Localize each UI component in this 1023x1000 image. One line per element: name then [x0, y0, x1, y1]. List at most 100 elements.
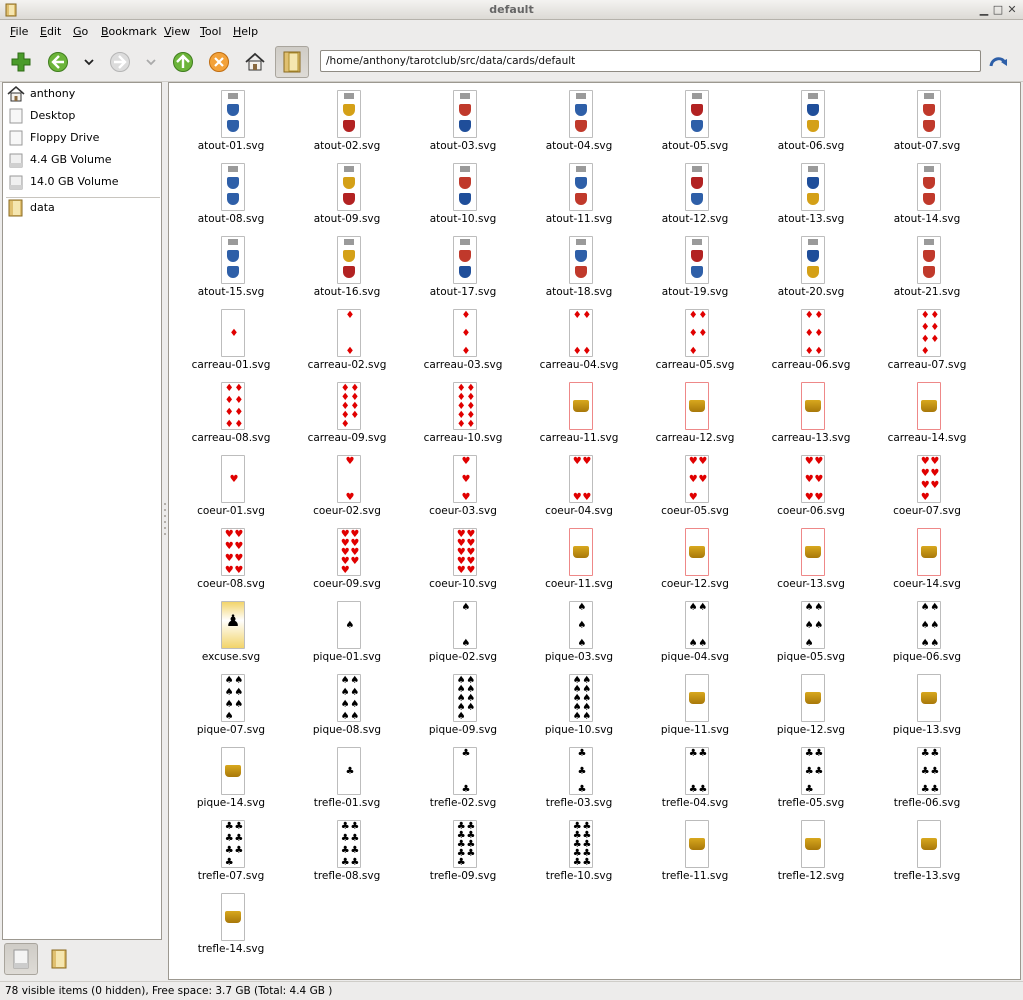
file-item[interactable]: ♣ ♣ ♣ ♣ ♣ ♣ trefle-06.svg — [869, 745, 985, 818]
file-item[interactable]: ♥ ♥ ♥ ♥ ♥ ♥ ♥ ♥ ♥ ♥ coeur-10.svg — [405, 526, 521, 599]
file-item[interactable]: ♠ ♠ ♠ ♠ ♠ pique-05.svg — [753, 599, 869, 672]
file-item[interactable]: carreau-11.svg — [521, 380, 637, 453]
file-item[interactable]: atout-17.svg — [405, 234, 521, 307]
forward-button[interactable] — [105, 47, 135, 77]
file-item[interactable]: atout-06.svg — [753, 88, 869, 161]
file-item[interactable]: ♦ ♦ carreau-02.svg — [289, 307, 405, 380]
pane-splitter-handle[interactable] — [163, 500, 167, 540]
file-item[interactable]: coeur-14.svg — [869, 526, 985, 599]
file-item[interactable]: atout-13.svg — [753, 161, 869, 234]
file-item[interactable]: ♦ ♦ ♦ ♦ carreau-04.svg — [521, 307, 637, 380]
file-item[interactable]: ♟ excuse.svg — [173, 599, 289, 672]
forward-history-chevron-icon[interactable] — [144, 55, 158, 69]
file-item[interactable]: ♥ ♥ ♥ ♥ ♥ ♥ ♥ coeur-07.svg — [869, 453, 985, 526]
file-item[interactable]: atout-07.svg — [869, 88, 985, 161]
file-item[interactable]: ♠ ♠ pique-02.svg — [405, 599, 521, 672]
back-history-chevron-icon[interactable] — [82, 55, 96, 69]
file-item[interactable]: atout-11.svg — [521, 161, 637, 234]
file-item[interactable]: atout-19.svg — [637, 234, 753, 307]
file-item[interactable]: atout-16.svg — [289, 234, 405, 307]
go-arrow-icon[interactable] — [988, 52, 1010, 74]
file-item[interactable]: coeur-11.svg — [521, 526, 637, 599]
file-item[interactable]: ♦ ♦ ♦ ♦ ♦ ♦ ♦ ♦ ♦ carreau-09.svg — [289, 380, 405, 453]
file-item[interactable]: coeur-13.svg — [753, 526, 869, 599]
file-item[interactable]: ♣ ♣ ♣ ♣ trefle-04.svg — [637, 745, 753, 818]
file-item[interactable]: ♠ pique-01.svg — [289, 599, 405, 672]
file-item[interactable]: ♣ ♣ ♣ ♣ ♣ ♣ ♣ ♣ ♣ trefle-09.svg — [405, 818, 521, 891]
file-item[interactable]: ♠ ♠ ♠ pique-03.svg — [521, 599, 637, 672]
file-item[interactable]: ♥ ♥ coeur-02.svg — [289, 453, 405, 526]
file-item[interactable]: pique-12.svg — [753, 672, 869, 745]
file-item[interactable]: ♥ ♥ ♥ coeur-03.svg — [405, 453, 521, 526]
file-item[interactable]: ♥ ♥ ♥ ♥ ♥ ♥ ♥ ♥ coeur-08.svg — [173, 526, 289, 599]
file-item[interactable]: ♣ ♣ ♣ ♣ ♣ ♣ ♣ ♣ ♣ ♣ trefle-10.svg — [521, 818, 637, 891]
file-item[interactable]: ♥ ♥ ♥ ♥ coeur-04.svg — [521, 453, 637, 526]
back-button[interactable] — [43, 47, 73, 77]
file-item[interactable]: atout-05.svg — [637, 88, 753, 161]
menu-tool[interactable]: Tool — [200, 25, 221, 38]
file-item[interactable]: atout-20.svg — [753, 234, 869, 307]
places-view-button[interactable] — [4, 943, 38, 975]
file-item[interactable]: pique-14.svg — [173, 745, 289, 818]
location-bar[interactable]: /home/anthony/tarotclub/src/data/cards/d… — [320, 50, 981, 72]
file-item[interactable]: coeur-12.svg — [637, 526, 753, 599]
file-item[interactable]: ♣ ♣ ♣ ♣ ♣ ♣ ♣ trefle-07.svg — [173, 818, 289, 891]
file-item[interactable]: carreau-14.svg — [869, 380, 985, 453]
menu-edit[interactable]: Edit — [40, 25, 61, 38]
file-item[interactable]: ♥ ♥ ♥ ♥ ♥ ♥ ♥ ♥ ♥ coeur-09.svg — [289, 526, 405, 599]
file-item[interactable]: atout-03.svg — [405, 88, 521, 161]
file-item[interactable]: ♠ ♠ ♠ ♠ ♠ ♠ ♠ pique-07.svg — [173, 672, 289, 745]
sidebar-item-desktop[interactable]: Desktop — [3, 105, 161, 127]
sidebar-item-4-4-gb-volume[interactable]: 4.4 GB Volume — [3, 149, 161, 171]
menu-view[interactable]: View — [164, 25, 190, 38]
sidebar-item-floppy-drive[interactable]: Floppy Drive — [3, 127, 161, 149]
file-item[interactable]: ♦ ♦ ♦ ♦ ♦ ♦ carreau-06.svg — [753, 307, 869, 380]
file-item[interactable]: ♠ ♠ ♠ ♠ pique-04.svg — [637, 599, 753, 672]
file-item[interactable]: trefle-14.svg — [173, 891, 289, 964]
file-item[interactable]: atout-21.svg — [869, 234, 985, 307]
new-tab-button[interactable] — [6, 47, 36, 77]
file-item[interactable]: pique-11.svg — [637, 672, 753, 745]
file-item[interactable]: trefle-11.svg — [637, 818, 753, 891]
file-item[interactable]: ♣ ♣ ♣ ♣ ♣ ♣ ♣ ♣ trefle-08.svg — [289, 818, 405, 891]
dir-tree-view-button[interactable] — [42, 943, 76, 975]
file-item[interactable]: carreau-12.svg — [637, 380, 753, 453]
file-item[interactable]: atout-02.svg — [289, 88, 405, 161]
menu-file[interactable]: File — [10, 25, 28, 38]
up-button[interactable] — [168, 47, 198, 77]
file-item[interactable]: pique-13.svg — [869, 672, 985, 745]
side-pane-toggle-button[interactable] — [275, 46, 309, 78]
file-item[interactable]: ♦ ♦ ♦ ♦ ♦ ♦ ♦ ♦ ♦ ♦ carreau-10.svg — [405, 380, 521, 453]
file-item[interactable]: ♠ ♠ ♠ ♠ ♠ ♠ ♠ ♠ ♠ ♠ pique-10.svg — [521, 672, 637, 745]
file-item[interactable]: atout-01.svg — [173, 88, 289, 161]
file-item[interactable]: ♥ ♥ ♥ ♥ ♥ coeur-05.svg — [637, 453, 753, 526]
file-item[interactable]: atout-08.svg — [173, 161, 289, 234]
file-item[interactable]: ♦ ♦ ♦ ♦ ♦ ♦ ♦ ♦ carreau-08.svg — [173, 380, 289, 453]
sidebar-item-14-0-gb-volume[interactable]: 14.0 GB Volume — [3, 171, 161, 193]
file-item[interactable]: atout-14.svg — [869, 161, 985, 234]
file-item[interactable]: atout-04.svg — [521, 88, 637, 161]
close-icon[interactable]: ✕ — [1005, 3, 1019, 17]
maximize-icon[interactable]: □ — [991, 3, 1005, 17]
file-item[interactable]: ♦ ♦ ♦ ♦ ♦ carreau-05.svg — [637, 307, 753, 380]
file-item[interactable]: ♥ coeur-01.svg — [173, 453, 289, 526]
file-item[interactable]: trefle-13.svg — [869, 818, 985, 891]
file-item[interactable]: ♠ ♠ ♠ ♠ ♠ ♠ ♠ ♠ pique-08.svg — [289, 672, 405, 745]
file-item[interactable]: atout-15.svg — [173, 234, 289, 307]
file-item[interactable]: ♦ carreau-01.svg — [173, 307, 289, 380]
minimize-icon[interactable]: ▁ — [977, 3, 991, 17]
file-item[interactable]: ♣ trefle-01.svg — [289, 745, 405, 818]
sidebar-item-data[interactable]: data — [3, 197, 161, 219]
file-item[interactable]: ♣ ♣ ♣ trefle-03.svg — [521, 745, 637, 818]
menu-help[interactable]: Help — [233, 25, 258, 38]
file-item[interactable]: ♦ ♦ ♦ ♦ ♦ ♦ ♦ carreau-07.svg — [869, 307, 985, 380]
file-item[interactable]: atout-18.svg — [521, 234, 637, 307]
sidebar-item-anthony[interactable]: anthony — [3, 83, 161, 105]
file-item[interactable]: ♦ ♦ ♦ carreau-03.svg — [405, 307, 521, 380]
file-item[interactable]: carreau-13.svg — [753, 380, 869, 453]
menu-go[interactable]: Go — [73, 25, 88, 38]
file-item[interactable]: ♠ ♠ ♠ ♠ ♠ ♠ pique-06.svg — [869, 599, 985, 672]
file-view[interactable]: atout-01.svg atout-02.svg atout-03.svg atou… — [168, 82, 1021, 980]
file-item[interactable]: trefle-12.svg — [753, 818, 869, 891]
file-item[interactable]: atout-09.svg — [289, 161, 405, 234]
